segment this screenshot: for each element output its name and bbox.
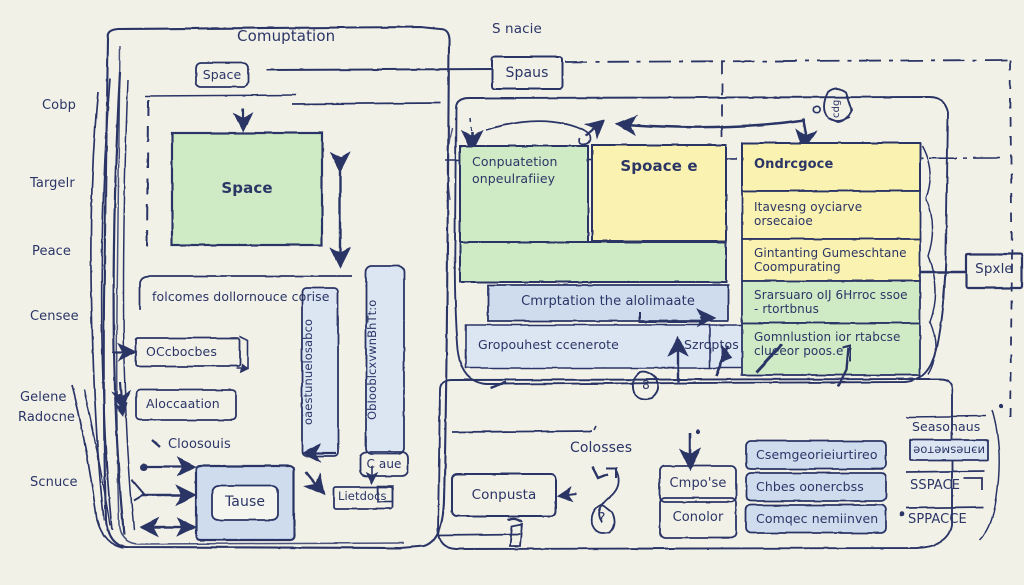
diagram-canvas: Cobp Targelr Peace Censee Gelene Radocne… (0, 0, 1024, 585)
diagram-strokes (71, 25, 1024, 550)
